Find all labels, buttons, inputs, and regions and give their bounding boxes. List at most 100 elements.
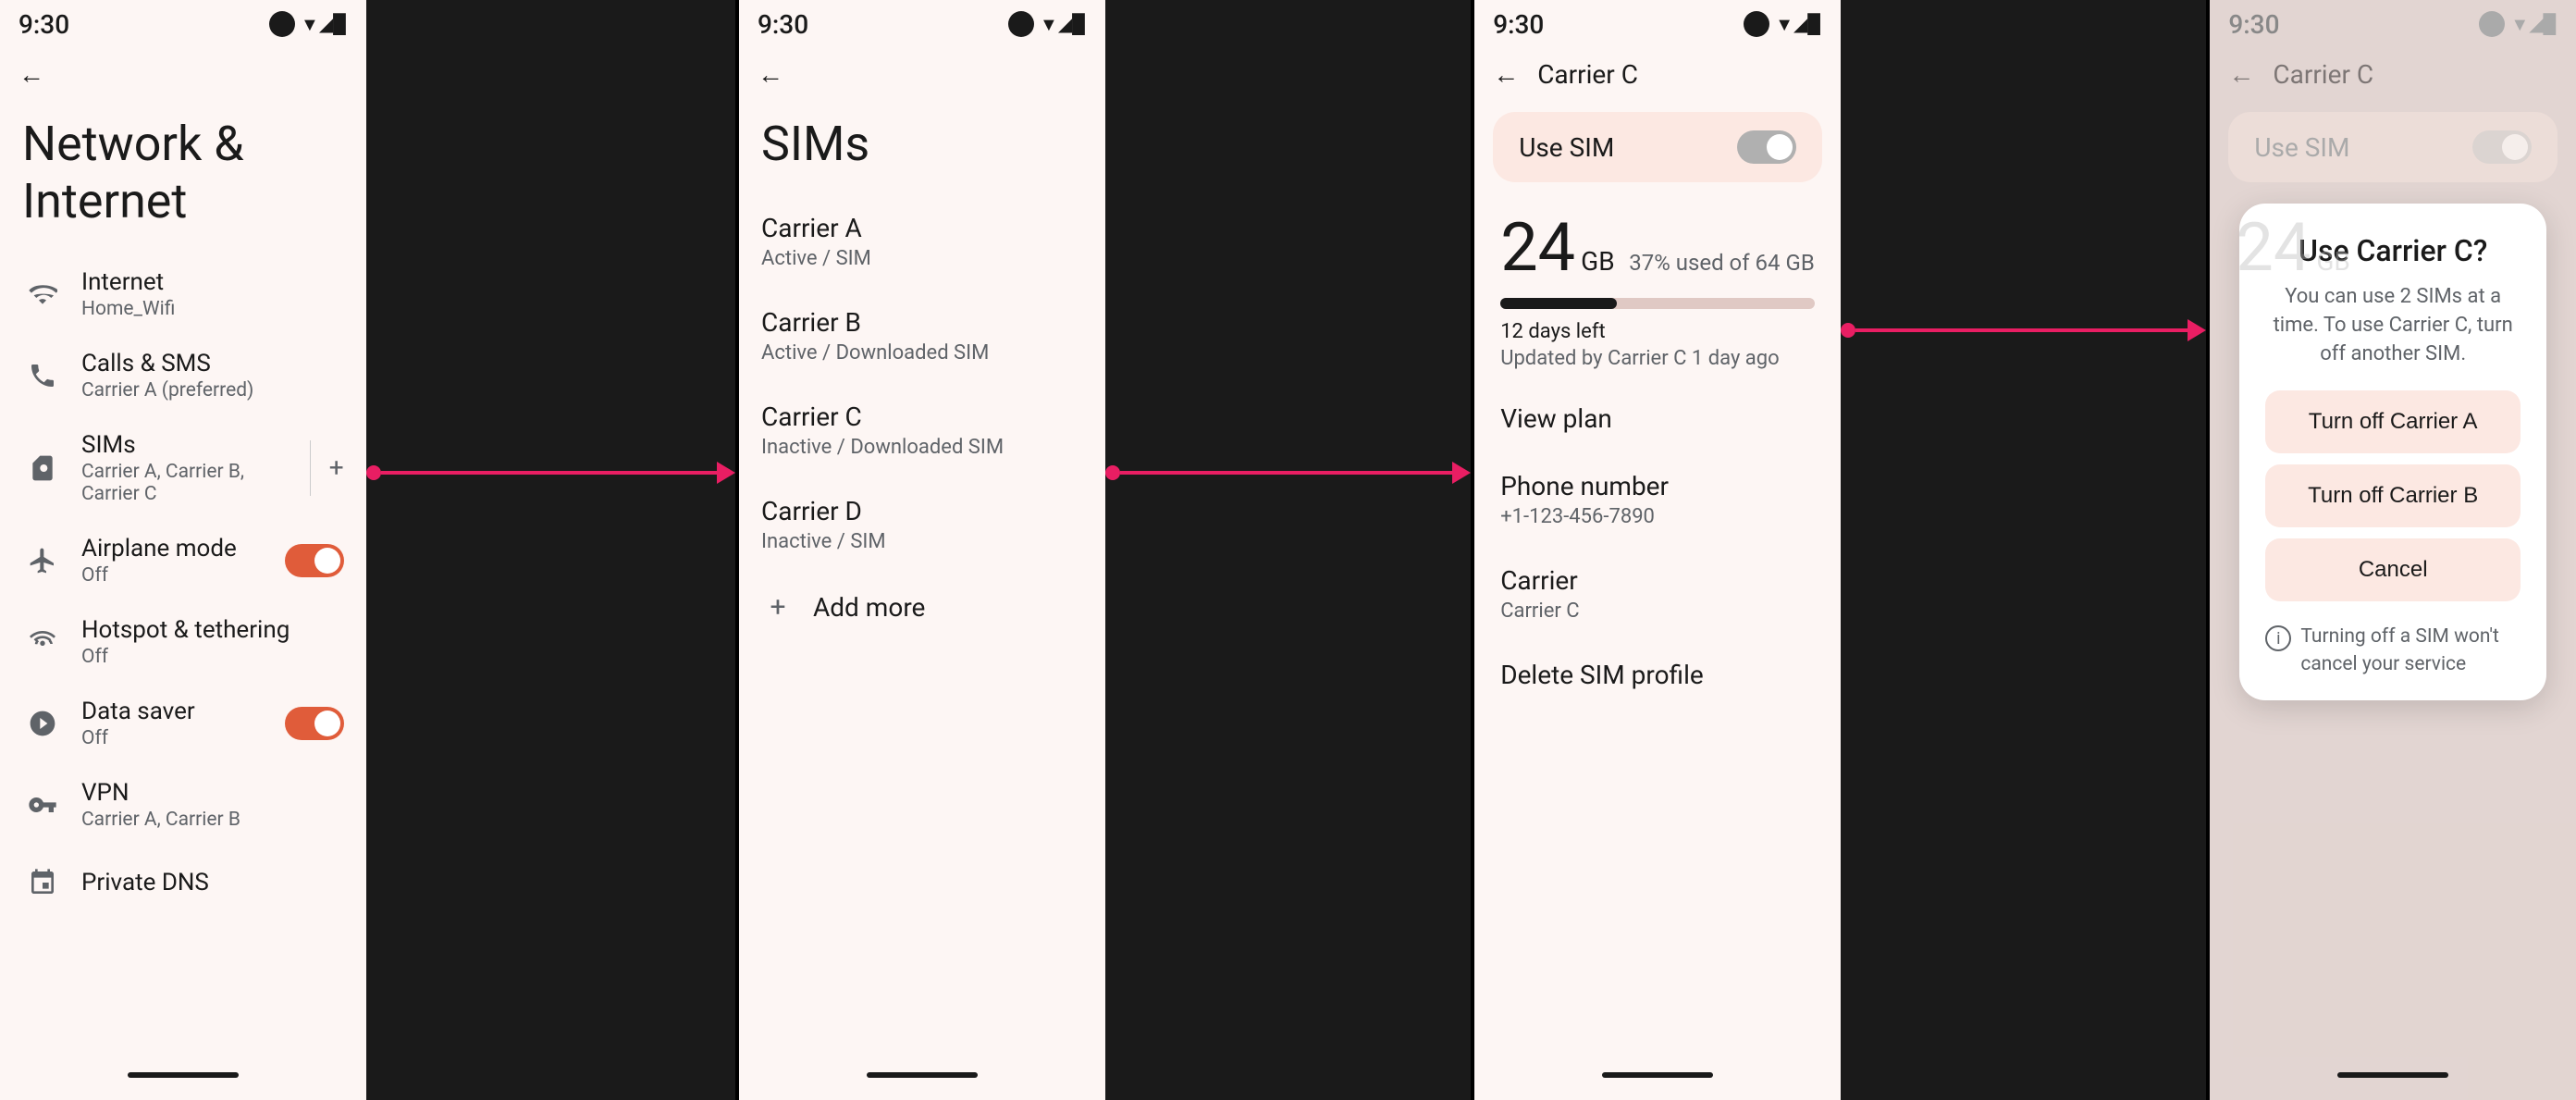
carrier-d-status: Inactive / SIM <box>761 530 1083 553</box>
camera-dot-4 <box>2479 11 2505 37</box>
turn-off-carrier-b-button[interactable]: Turn off Carrier B <box>2265 464 2521 527</box>
arrow-use-sim <box>1841 319 2207 341</box>
data-updated-3: Updated by Carrier C 1 day ago <box>1500 347 1815 370</box>
menu-item-sims[interactable]: SIMs Carrier A, Carrier B, Carrier C + <box>0 416 366 520</box>
sim-item-carrier-c[interactable]: Carrier C Inactive / Downloaded SIM <box>739 383 1105 477</box>
screen-carrier-c-detail: 9:30 ▼◢▉ ← Carrier C Use SIM 24 GB 37% u… <box>1474 0 1841 1100</box>
dialog-note: i Turning off a SIM won't cancel your se… <box>2265 624 2521 678</box>
page-title-2: SIMs <box>739 101 1105 194</box>
delete-sim-label: Delete SIM profile <box>1500 660 1815 690</box>
signal-icon-1: ▼◢▉ <box>301 13 348 36</box>
back-button-1[interactable]: ← <box>18 59 44 90</box>
nav-bar-4: ← Carrier C <box>2210 48 2576 101</box>
sims-sublabel: Carrier A, Carrier B, Carrier C <box>81 461 299 505</box>
cancel-button[interactable]: Cancel <box>2265 538 2521 601</box>
status-time-3: 9:30 <box>1493 9 1544 40</box>
menu-text-internet: Internet Home_Wifi <box>81 268 344 320</box>
data-bar-fill-3 <box>1500 298 1617 309</box>
arrow-head-3 <box>2188 319 2206 341</box>
connector-1 <box>366 0 735 1100</box>
data-number-4: 24 <box>2236 208 2311 287</box>
airplane-icon <box>22 540 63 581</box>
back-button-2[interactable]: ← <box>758 59 783 90</box>
menu-text-airplane: Airplane mode Off <box>81 535 285 587</box>
menu-text-vpn: VPN Carrier A, Carrier B <box>81 779 344 831</box>
vpn-label: VPN <box>81 779 344 807</box>
screen-sims: 9:30 ▼◢▉ ← SIMs Carrier A Active / SIM C… <box>739 0 1105 1100</box>
data-number-3: 24 <box>1500 208 1575 287</box>
data-header: 24 GB 37% used of 64 GB <box>1500 208 1815 287</box>
status-time-1: 9:30 <box>18 9 69 40</box>
signal-icon-4: ▼◢▉ <box>2510 13 2558 36</box>
arrow-line-2 <box>1120 471 1453 475</box>
menu-text-sims: SIMs Carrier A, Carrier B, Carrier C <box>81 431 299 505</box>
menu-item-hotspot[interactable]: Hotspot & tethering Off <box>0 601 366 683</box>
use-sim-toggle-3[interactable] <box>1737 130 1796 164</box>
home-indicator-4 <box>2337 1072 2448 1078</box>
add-more-button[interactable]: + Add more <box>739 572 1105 642</box>
menu-item-calls-sms[interactable]: Calls & SMS Carrier A (preferred) <box>0 335 366 416</box>
nav-bar-1: ← <box>0 48 366 101</box>
datasaver-toggle[interactable] <box>285 707 344 740</box>
add-more-label: Add more <box>813 592 925 623</box>
sims-divider <box>310 440 311 496</box>
signal-icon-3: ▼◢▉ <box>1775 13 1822 36</box>
datasaver-label: Data saver <box>81 698 285 725</box>
use-sim-toggle-4 <box>2472 130 2532 164</box>
carrier-label: Carrier <box>1500 565 1815 596</box>
home-indicator-3 <box>1602 1072 1713 1078</box>
status-bar-4: 9:30 ▼◢▉ <box>2210 0 2576 48</box>
home-indicator-2 <box>867 1072 978 1078</box>
arrow-sims <box>366 462 735 484</box>
detail-view-plan[interactable]: View plan <box>1474 385 1841 452</box>
menu-item-privatedns[interactable]: Private DNS <box>0 846 366 920</box>
view-plan-label: View plan <box>1500 403 1815 434</box>
status-icons-1: ▼◢▉ <box>269 11 348 37</box>
detail-delete-sim[interactable]: Delete SIM profile <box>1474 641 1841 709</box>
menu-item-vpn[interactable]: VPN Carrier A, Carrier B <box>0 764 366 846</box>
camera-dot-2 <box>1008 11 1034 37</box>
info-icon: i <box>2265 625 2291 651</box>
vpn-sublabel: Carrier A, Carrier B <box>81 809 344 831</box>
screen-use-carrier-c-dialog: 9:30 ▼◢▉ ← Carrier C Use SIM 24 GB Use C… <box>2210 0 2576 1100</box>
carrier-a-status: Active / SIM <box>761 247 1083 270</box>
back-button-3[interactable]: ← <box>1493 59 1519 90</box>
calls-sublabel: Carrier A (preferred) <box>81 379 344 402</box>
sim-icon <box>22 448 63 488</box>
sims-actions: + <box>299 440 344 496</box>
dialog-note-text: Turning off a SIM won't cancel your serv… <box>2300 624 2521 678</box>
arrow-dot-1 <box>366 465 381 480</box>
data-section-4: 24 GB <box>2210 193 2576 302</box>
menu-item-datasaver[interactable]: Data saver Off <box>0 683 366 764</box>
airplane-toggle[interactable] <box>285 544 344 577</box>
data-unit-3: GB <box>1581 246 1615 277</box>
turn-off-carrier-a-button[interactable]: Turn off Carrier A <box>2265 390 2521 453</box>
menu-text-datasaver: Data saver Off <box>81 698 285 749</box>
data-section-3: 24 GB 37% used of 64 GB 12 days left Upd… <box>1474 193 1841 385</box>
detail-carrier[interactable]: Carrier Carrier C <box>1474 547 1841 641</box>
menu-item-internet[interactable]: Internet Home_Wifi <box>0 253 366 335</box>
status-icons-3: ▼◢▉ <box>1744 11 1822 37</box>
use-sim-card-4: Use SIM <box>2228 112 2558 182</box>
calls-label: Calls & SMS <box>81 350 344 377</box>
nav-bar-3: ← Carrier C <box>1474 48 1841 101</box>
menu-item-airplane[interactable]: Airplane mode Off <box>0 520 366 601</box>
arrow-line-1 <box>381 471 717 475</box>
carrier-b-name: Carrier B <box>761 307 1083 338</box>
home-indicator-1 <box>128 1072 239 1078</box>
use-sim-label-4: Use SIM <box>2254 132 2349 163</box>
data-unit-4: GB <box>2316 246 2350 277</box>
add-sim-button[interactable]: + <box>329 452 344 483</box>
sims-label: SIMs <box>81 431 299 459</box>
detail-phone-number[interactable]: Phone number +1-123-456-7890 <box>1474 452 1841 547</box>
use-sim-card-3: Use SIM <box>1493 112 1822 182</box>
status-bar-1: 9:30 ▼◢▉ <box>0 0 366 48</box>
sim-item-carrier-a[interactable]: Carrier A Active / SIM <box>739 194 1105 289</box>
sim-item-carrier-b[interactable]: Carrier B Active / Downloaded SIM <box>739 289 1105 383</box>
screen-network-internet: 9:30 ▼◢▉ ← Network & Internet Internet H… <box>0 0 366 1100</box>
menu-text-hotspot: Hotspot & tethering Off <box>81 616 344 668</box>
sim-item-carrier-d[interactable]: Carrier D Inactive / SIM <box>739 477 1105 572</box>
page-title-1: Network & Internet <box>0 101 366 253</box>
arrow-head-2 <box>1452 462 1471 484</box>
arrow-carrier-c <box>1105 462 1472 484</box>
